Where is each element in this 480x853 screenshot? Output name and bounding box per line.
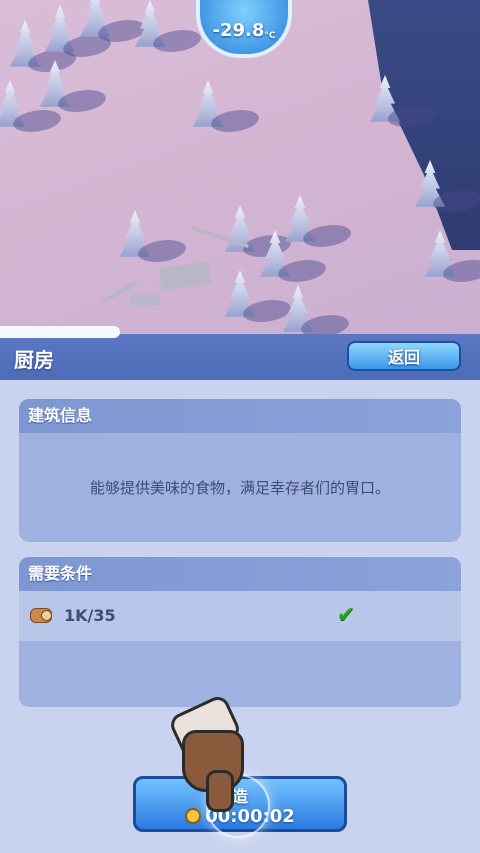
wood-log-icon [30,608,52,623]
back-button[interactable]: 返回 [347,341,461,371]
game-scene[interactable]: -29.8°C [0,0,480,340]
requirement-amount: 1K/35 [64,606,116,625]
kitchen-ruins[interactable] [100,225,260,315]
requirements-title: 需要条件 [19,557,461,591]
requirements-panel: 需要条件 1K/35 ✔ [19,557,461,707]
clock-icon [185,808,202,824]
temperature-badge: -29.8°C [196,0,292,58]
temperature-unit: °C [264,30,276,41]
building-info-panel: 建筑信息 能够提供美味的食物，满足幸存者们的胃口。 [19,399,461,542]
checkmark-icon: ✔ [337,603,356,628]
requirement-row: 1K/35 ✔ [19,591,461,641]
building-description: 能够提供美味的食物，满足幸存者们的胃口。 [89,479,390,497]
snow-cap [0,326,120,338]
temperature-value: -29.8 [212,19,265,41]
building-title: 厨房 [14,348,54,372]
building-info-title: 建筑信息 [19,399,461,433]
tutorial-hand-icon [167,693,248,812]
